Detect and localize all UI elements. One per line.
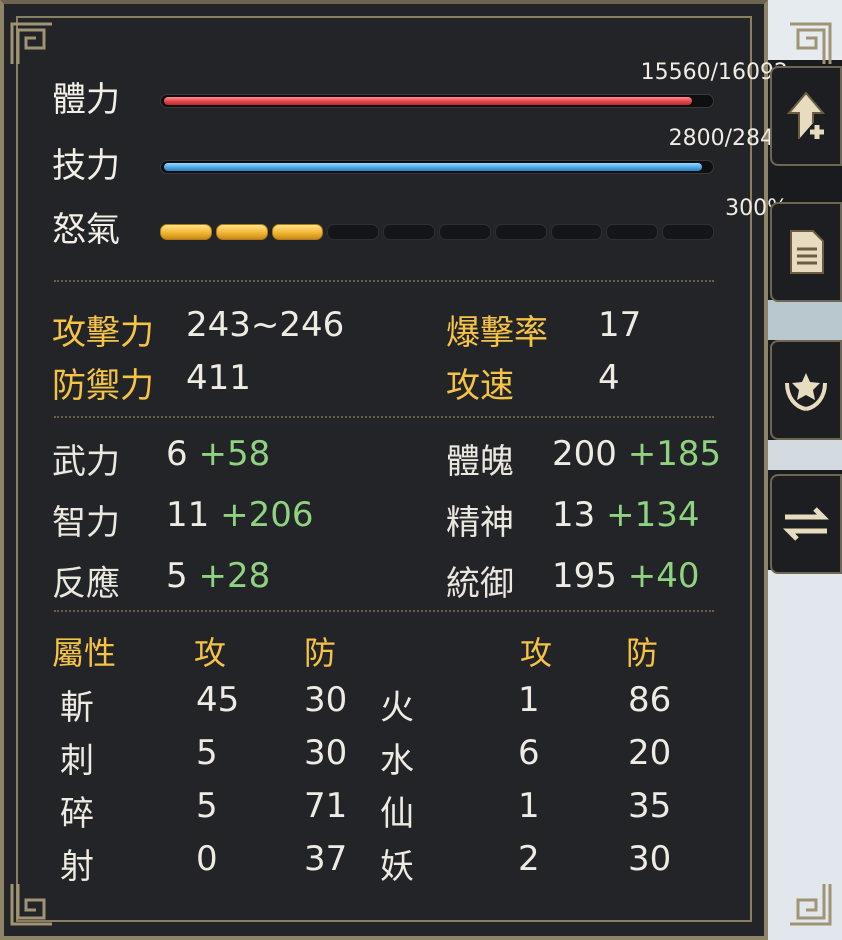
corner-ornament: [788, 22, 832, 66]
stat-value: 5 +28: [166, 556, 271, 596]
stat-label: 精神: [446, 503, 514, 543]
rage-segment: [215, 224, 268, 240]
attribute-name: 斬: [60, 688, 94, 728]
swap-arrows-icon: [782, 507, 830, 541]
stat-bonus: +185: [627, 434, 722, 474]
attack-header: 攻: [194, 634, 227, 672]
attribute-def: 30: [304, 680, 348, 720]
stat-value: 6 +58: [166, 434, 271, 474]
attribute-name: 仙: [380, 794, 414, 834]
attribute-def: 30: [628, 839, 672, 879]
swap-button[interactable]: [770, 474, 842, 574]
attribute-atk: 2: [518, 839, 540, 879]
attribute-name: 火: [380, 688, 414, 728]
stat-bonus: +206: [220, 495, 314, 535]
attribute-atk: 45: [196, 680, 240, 720]
crit-value: 17: [598, 305, 642, 345]
attribute-atk: 1: [518, 786, 540, 826]
speed-value: 4: [598, 358, 620, 398]
attribute-def: 20: [628, 733, 672, 773]
stat-bonus: +58: [198, 434, 271, 474]
attribute-def: 71: [304, 786, 348, 826]
attribute-name: 碎: [60, 794, 94, 834]
speed-label: 攻速: [446, 366, 514, 406]
attribute-def: 86: [628, 680, 672, 720]
divider: [54, 280, 714, 282]
rage-segment: [438, 224, 491, 240]
level-up-button[interactable]: [770, 66, 842, 166]
laurel-star-icon: [785, 373, 827, 411]
attribute-name: 妖: [380, 847, 414, 887]
stat-value: 195 +40: [552, 556, 700, 596]
attribute-def: 30: [304, 733, 348, 773]
mp-bar-fill: [164, 163, 703, 171]
stat-label: 智力: [52, 503, 120, 543]
attribute-atk: 0: [196, 839, 218, 879]
rage-segment: [606, 224, 659, 240]
attributes-title: 屬性: [52, 634, 117, 672]
attribute-name: 射: [60, 847, 94, 887]
attribute-name: 水: [380, 741, 414, 781]
attribute-atk: 6: [518, 733, 540, 773]
document-icon: [790, 230, 824, 274]
stat-label: 體魄: [446, 442, 514, 482]
attribute-name: 刺: [60, 741, 94, 781]
rage-segment: [160, 224, 212, 240]
rage-bar: [160, 224, 714, 242]
stat-label: 武力: [52, 442, 120, 482]
attribute-def: 37: [304, 839, 348, 879]
defense-value: 411: [186, 358, 251, 398]
rage-segment: [494, 224, 547, 240]
crit-label: 爆擊率: [446, 313, 548, 353]
attribute-atk: 5: [196, 786, 218, 826]
defense-header: 防: [304, 634, 337, 672]
mp-label: 技力: [52, 146, 120, 186]
hp-bar: [160, 94, 714, 108]
rage-label: 怒氣: [52, 210, 120, 250]
stat-label: 反應: [52, 564, 120, 604]
stat-value: 11 +206: [166, 495, 314, 535]
stat-bonus: +40: [627, 556, 700, 596]
divider: [54, 610, 714, 612]
corner-ornament: [10, 22, 54, 66]
attribute-atk: 1: [518, 680, 540, 720]
rage-segment: [383, 224, 435, 240]
rage-segment: [327, 224, 380, 240]
hp-label: 體力: [52, 80, 120, 120]
attack-header: 攻: [520, 634, 553, 672]
defense-header: 防: [626, 634, 659, 672]
attack-value: 243~246: [186, 305, 345, 345]
hp-bar-fill: [164, 97, 692, 105]
level-up-arrow-icon: [786, 91, 826, 139]
hp-value: 15560/16092: [640, 60, 788, 85]
stat-value: 13 +134: [552, 495, 700, 535]
document-button[interactable]: [770, 202, 842, 302]
attack-label: 攻擊力: [52, 313, 154, 353]
mp-bar: [160, 160, 714, 174]
stat-bonus: +28: [198, 556, 271, 596]
rank-button[interactable]: [770, 340, 842, 440]
stat-label: 統御: [446, 564, 514, 604]
corner-ornament: [10, 882, 54, 926]
stat-bonus: +134: [606, 495, 700, 535]
rage-segment: [550, 224, 603, 240]
rage-segment: [662, 224, 714, 240]
defense-label: 防禦力: [52, 366, 154, 406]
stat-value: 200 +185: [552, 434, 722, 474]
attribute-def: 35: [628, 786, 672, 826]
attribute-atk: 5: [196, 733, 218, 773]
rage-segment: [271, 224, 324, 240]
corner-ornament: [788, 882, 832, 926]
divider: [54, 416, 714, 418]
